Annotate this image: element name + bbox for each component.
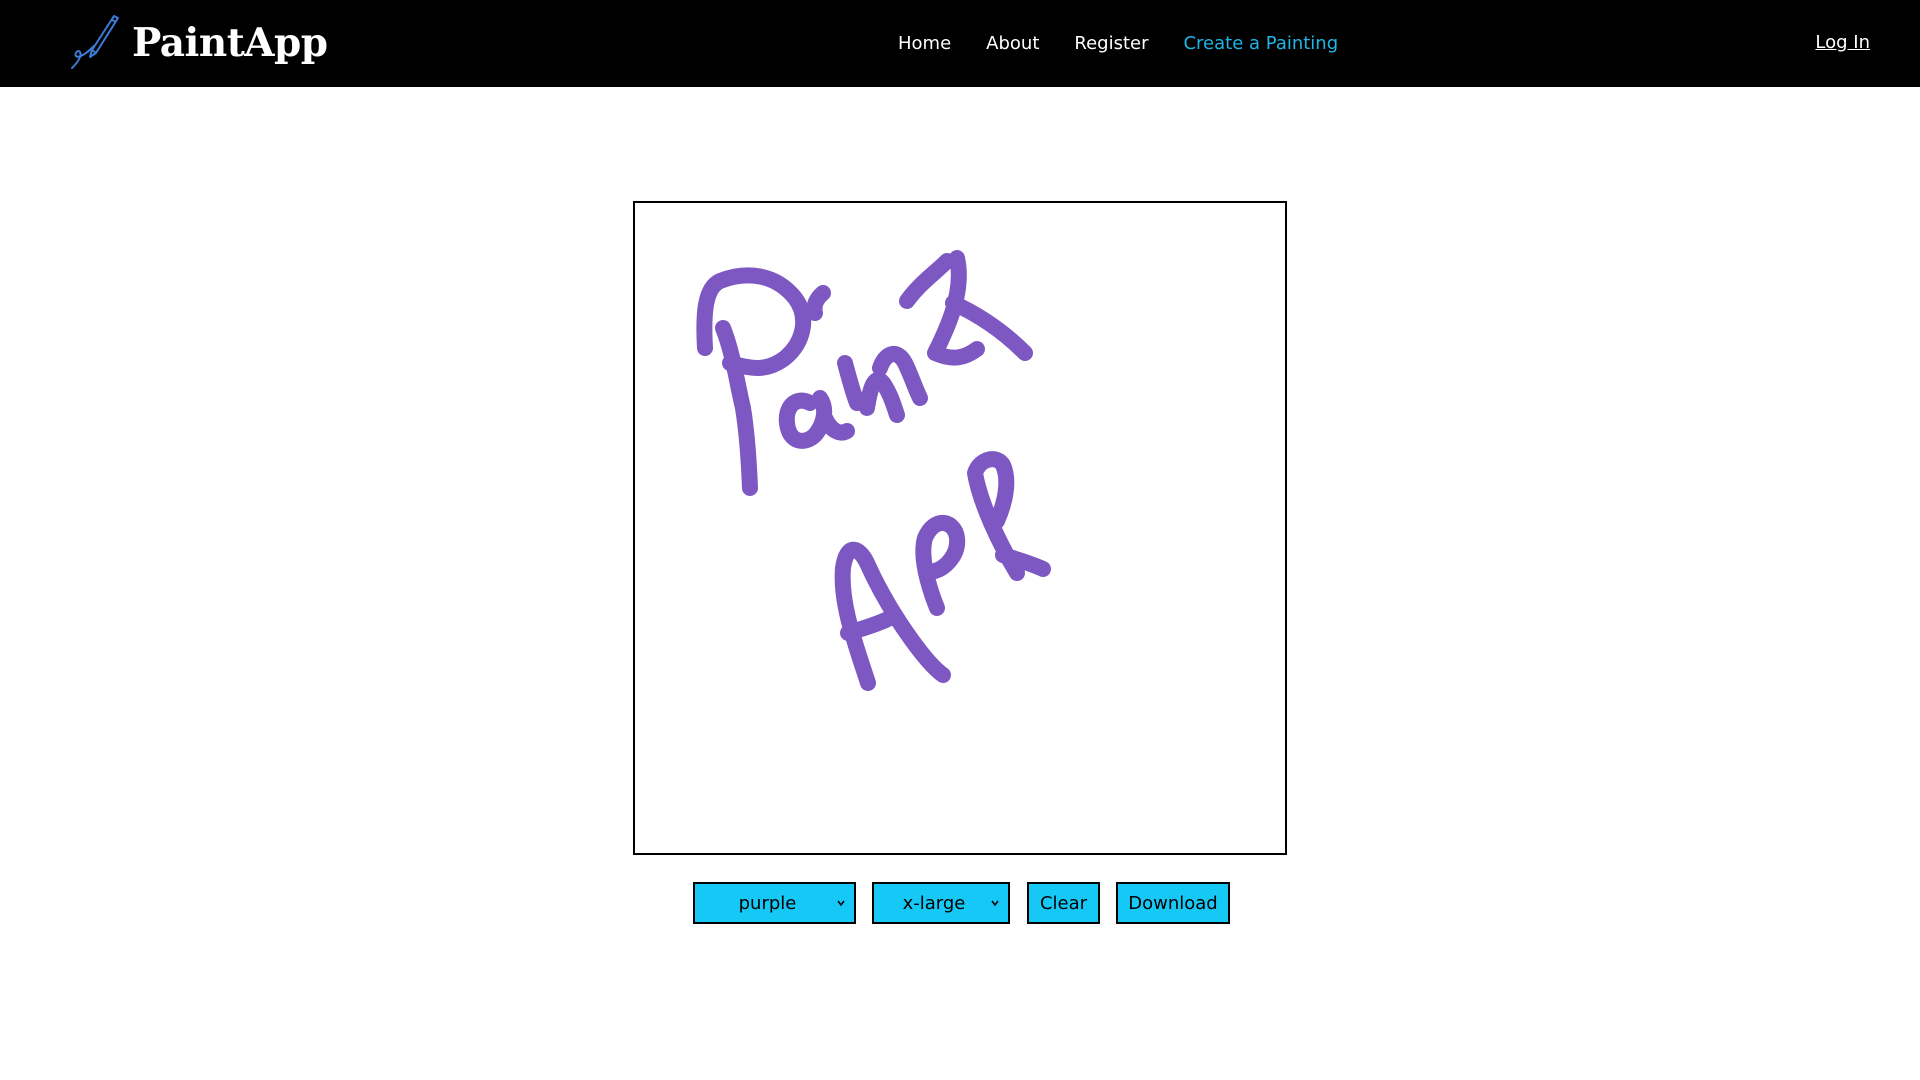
stroke-letter-t (899, 250, 1033, 366)
color-select-value: purple (738, 892, 797, 914)
login-link[interactable]: Log In (1815, 32, 1870, 53)
stroke-letter-p-lower-2 (967, 451, 1051, 581)
main-nav: Home About Register Create a Painting (898, 0, 1338, 87)
stroke-letter-p-lower-1 (915, 515, 966, 616)
download-button[interactable]: Download (1116, 882, 1230, 924)
nav-link-about[interactable]: About (986, 33, 1039, 54)
clear-button[interactable]: Clear (1027, 882, 1100, 924)
top-navbar: PaintApp Home About Register Create a Pa… (0, 0, 1920, 87)
chevron-down-icon (837, 900, 845, 907)
painting-canvas[interactable] (633, 201, 1287, 855)
brush-size-select[interactable]: x-large (872, 882, 1010, 924)
stroke-letter-i (837, 355, 905, 423)
canvas-drawing (696, 250, 1051, 691)
brush-size-select-value: x-large (902, 892, 966, 914)
brand-name: PaintApp (132, 20, 328, 66)
pen-stroke-icon (71, 15, 119, 69)
nav-link-register[interactable]: Register (1074, 33, 1148, 54)
canvas-controls: purple x-large Clear Download (693, 882, 1230, 924)
nav-link-home[interactable]: Home (898, 33, 951, 54)
stroke-letter-p-upper-stem (715, 320, 758, 496)
nav-link-create-painting[interactable]: Create a Painting (1183, 33, 1338, 54)
brand-logo-link[interactable]: PaintApp (68, 12, 328, 74)
chevron-down-icon (991, 900, 999, 907)
color-select[interactable]: purple (693, 882, 856, 924)
